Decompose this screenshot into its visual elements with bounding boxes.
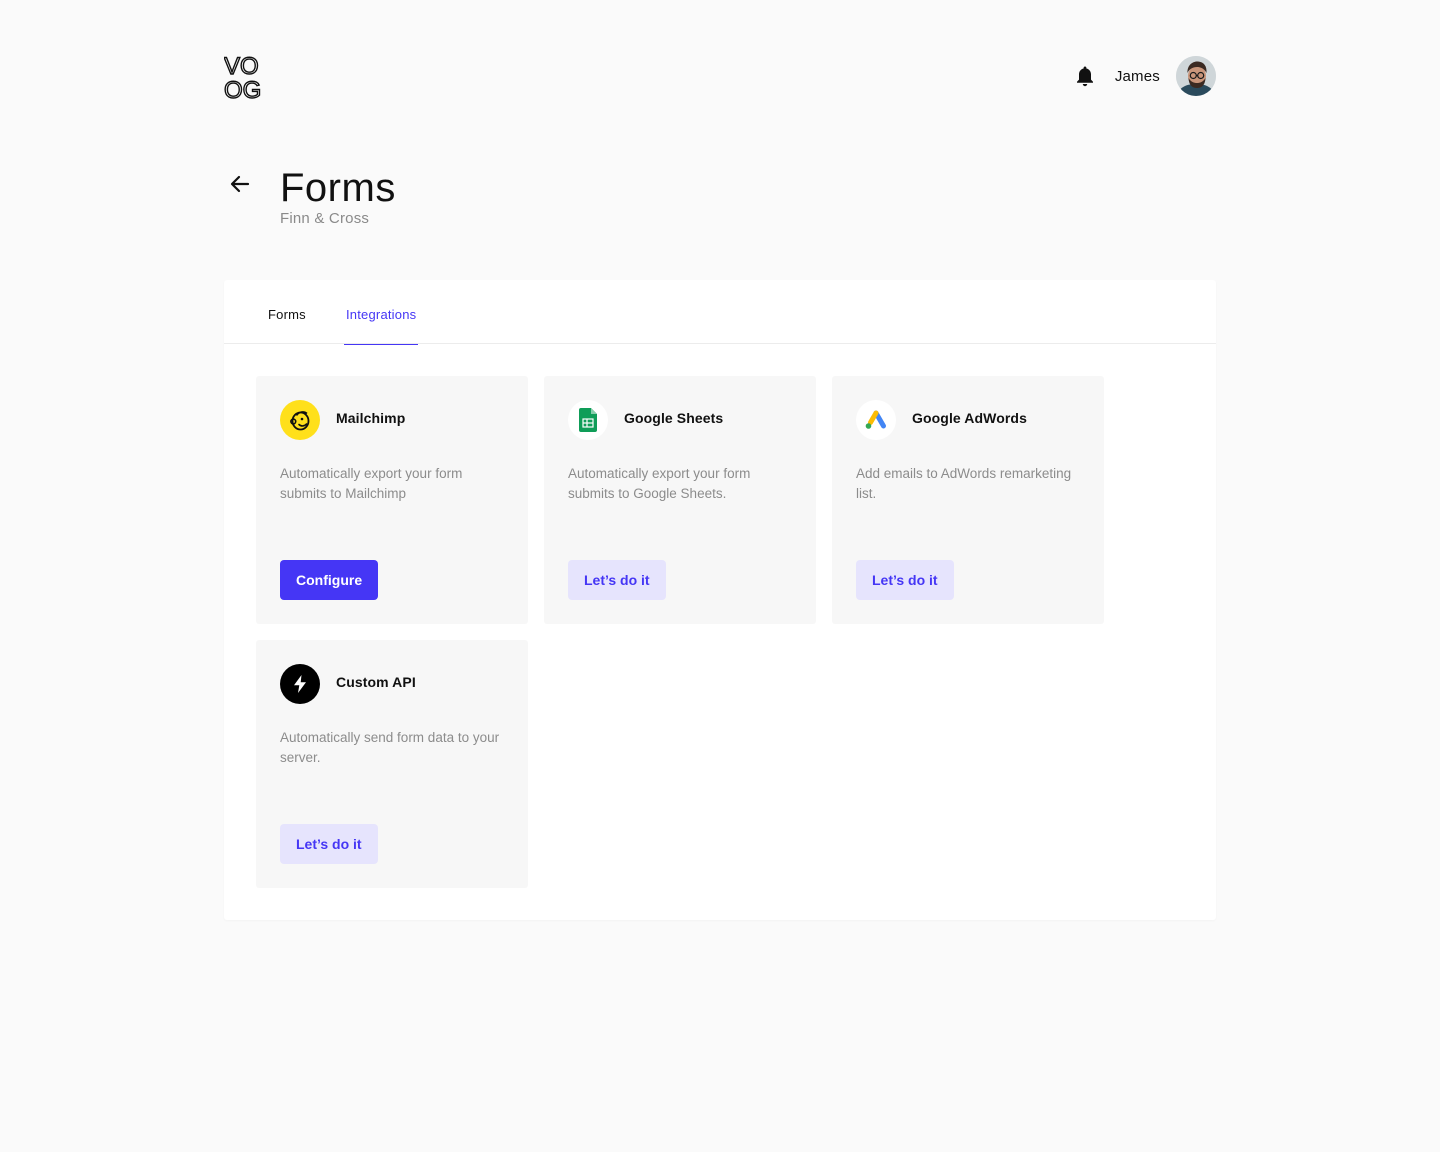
google-adwords-icon (856, 400, 896, 440)
page-header: Forms Finn & Cross (224, 166, 824, 236)
tab-bar: Forms Integrations (224, 280, 1216, 345)
integration-description: Automatically send form data to your ser… (280, 730, 500, 765)
lets-do-it-button[interactable]: Let’s do it (568, 560, 666, 600)
tab-forms[interactable]: Forms (268, 280, 306, 344)
integration-title: Custom API (336, 674, 416, 690)
integration-description: Automatically export your form submits t… (280, 466, 463, 501)
tab-integrations[interactable]: Integrations (344, 280, 419, 345)
integration-card-google-sheets: Google Sheets Automatically export your … (544, 376, 816, 624)
svg-text:OG: OG (224, 77, 261, 100)
integration-description: Add emails to AdWords remarketing list. (856, 466, 1072, 501)
user-area: James (1075, 56, 1216, 96)
configure-button[interactable]: Configure (280, 560, 379, 600)
integration-description: Automatically export your form submits t… (568, 466, 751, 501)
integration-title: Mailchimp (336, 410, 406, 426)
integrations-panel: Forms Integrations Mailchimp Automatical… (224, 280, 1216, 920)
voog-logo[interactable]: VO OG (224, 54, 270, 100)
page-subtitle: Finn & Cross (280, 210, 370, 227)
page-title: Forms (280, 166, 396, 210)
integration-title: Google AdWords (912, 410, 1027, 426)
bell-icon[interactable] (1075, 65, 1095, 87)
top-bar: VO OG James (224, 54, 1216, 100)
integration-card-mailchimp: Mailchimp Automatically export your form… (256, 376, 528, 624)
integration-card-google-adwords: Google AdWords Add emails to AdWords rem… (832, 376, 1104, 624)
mailchimp-icon (280, 400, 320, 440)
google-sheets-icon (568, 400, 608, 440)
integration-title: Google Sheets (624, 410, 724, 426)
lightning-icon (280, 664, 320, 704)
avatar[interactable] (1176, 56, 1216, 96)
back-arrow-icon[interactable] (228, 172, 252, 196)
avatar-image (1176, 56, 1216, 96)
integration-card-custom-api: Custom API Automatically send form data … (256, 640, 528, 888)
user-name[interactable]: James (1115, 68, 1160, 85)
lets-do-it-button[interactable]: Let’s do it (280, 824, 378, 864)
lets-do-it-button[interactable]: Let’s do it (856, 560, 954, 600)
